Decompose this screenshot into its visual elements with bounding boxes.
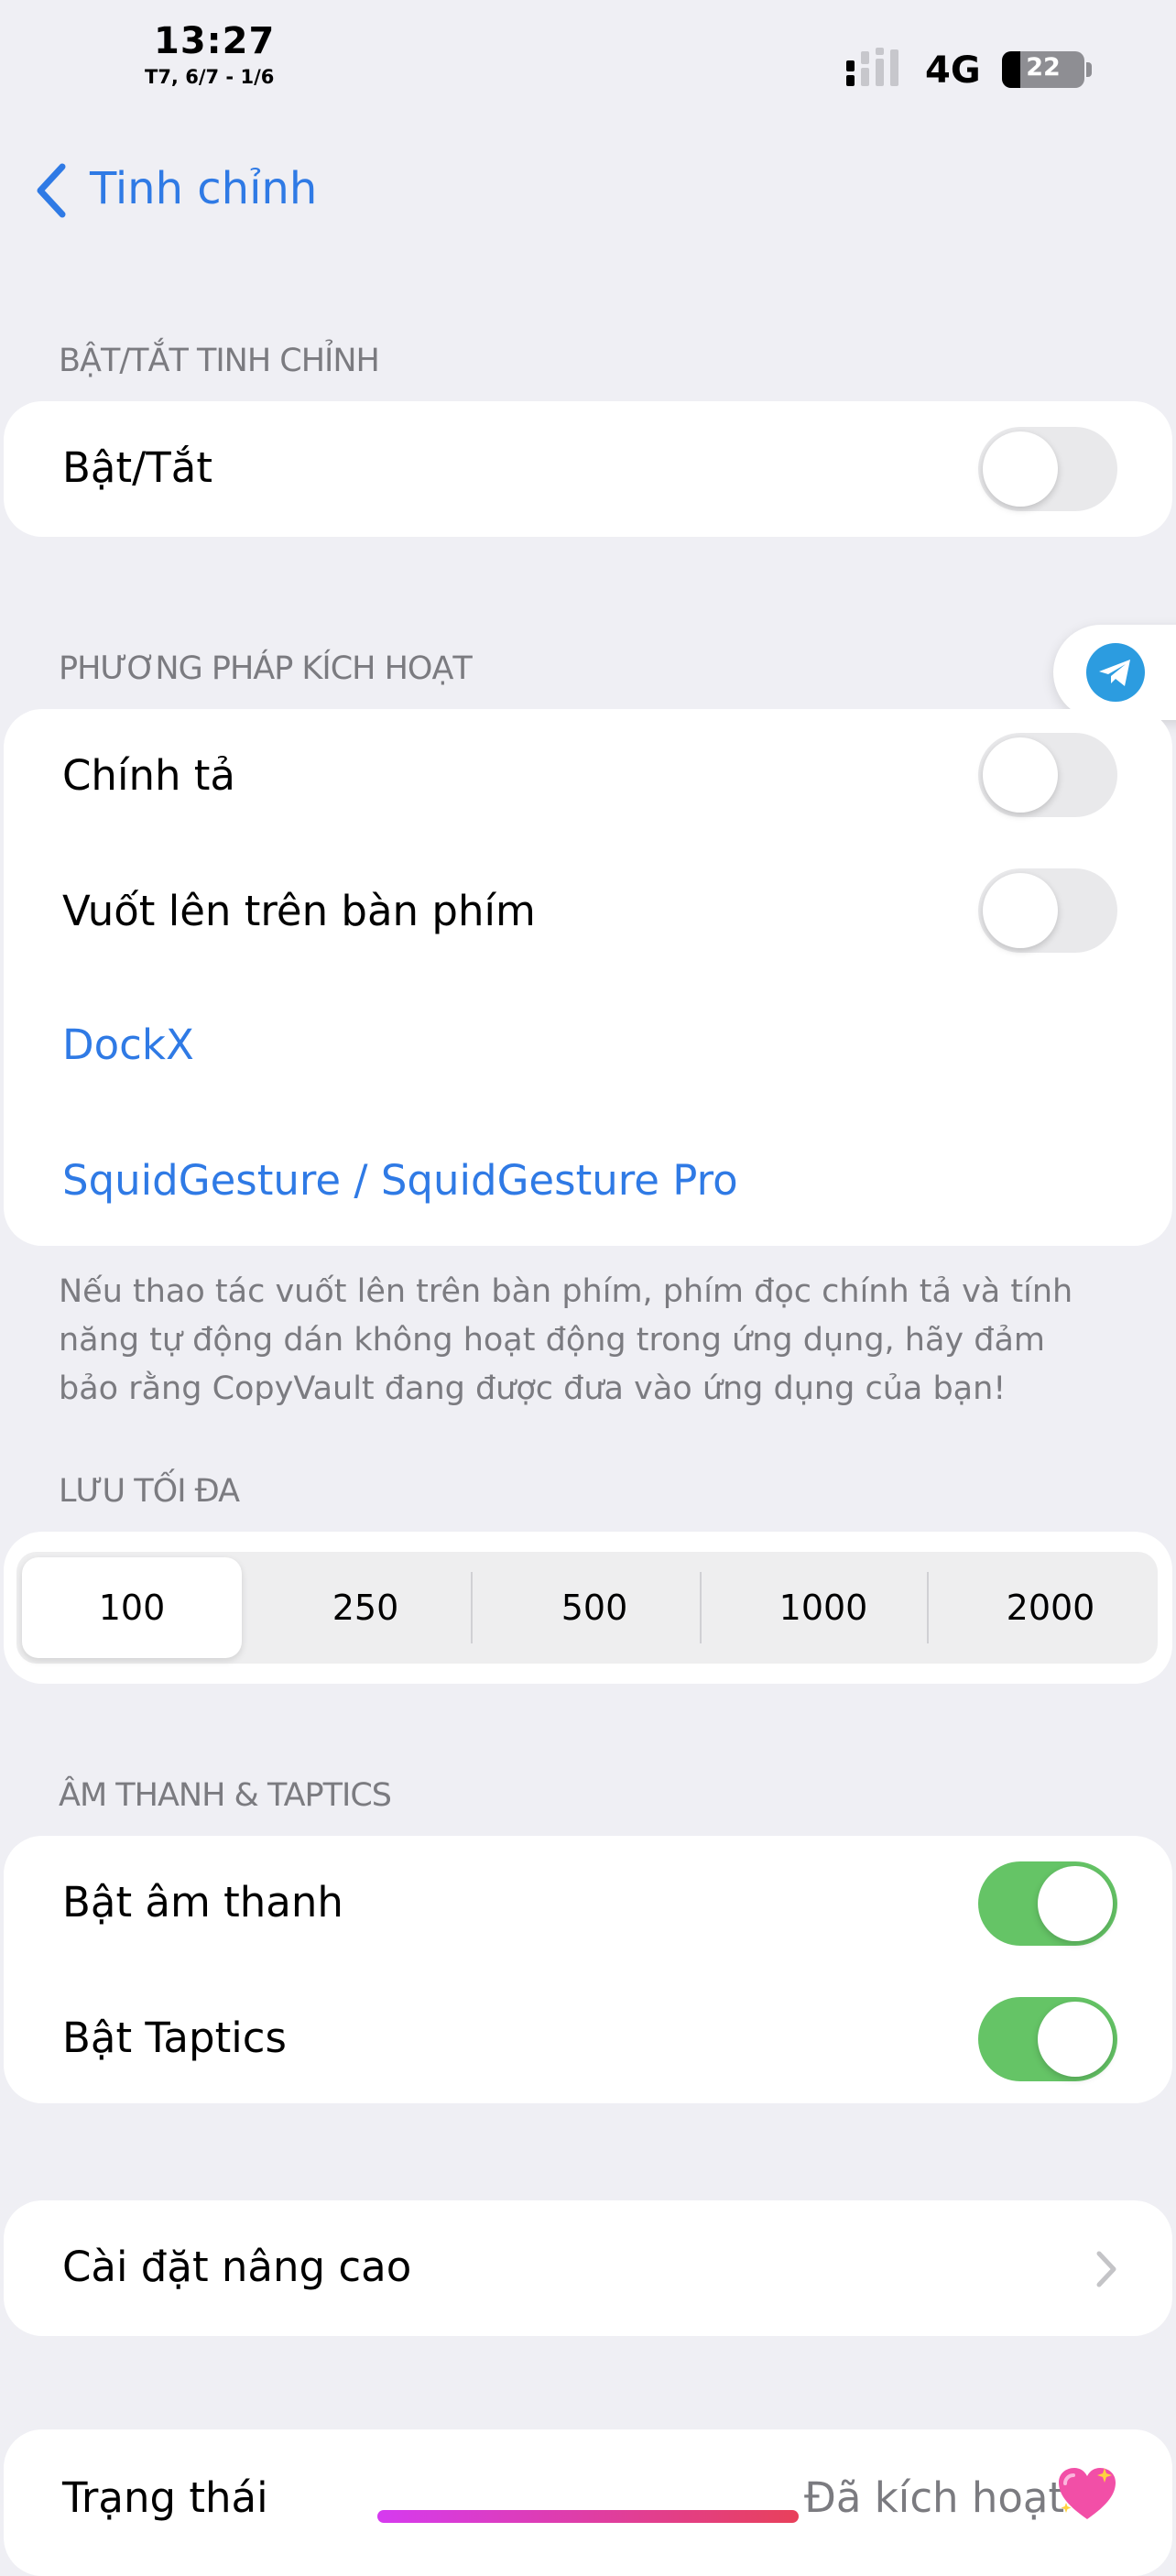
battery-level: 22 (1026, 53, 1061, 82)
chevron-right-icon (1096, 2251, 1116, 2287)
back-button[interactable]: Tinh chỉnh (90, 163, 317, 214)
section-header-toggle: BẬT/TẮT TINH CHỈNH (59, 343, 380, 379)
signal-strength-icon (846, 48, 898, 86)
squidgesture-link[interactable]: SquidGesture / SquidGesture Pro (62, 1156, 738, 1205)
swipe-up-keyboard-toggle[interactable] (978, 868, 1117, 953)
advanced-settings-label: Cài đặt nâng cao (62, 2243, 412, 2291)
section-header-sound: ÂM THANH & TAPTICS (59, 1777, 392, 1814)
toggle-knob (983, 737, 1058, 813)
sound-card: Bật âm thanh Bật Taptics (4, 1836, 1172, 2103)
battery-icon: 22 (1002, 51, 1084, 88)
toggle-card: Bật/Tắt (4, 401, 1172, 537)
status-time: 13:27 (154, 20, 276, 62)
max-save-segmented-control: 100 250 500 1000 2000 (16, 1552, 1158, 1664)
segment-divider (927, 1572, 929, 1643)
segment-1000[interactable]: 1000 (716, 1552, 931, 1664)
network-type: 4G (925, 49, 981, 92)
activation-footnote: Nếu thao tác vuốt lên trên bàn phím, phí… (59, 1273, 1073, 1407)
status-value: Đã kích hoạt (804, 2473, 1065, 2522)
segment-divider (471, 1572, 473, 1643)
activation-card: Chính tả Vuốt lên trên bàn phím DockX Sq… (4, 709, 1172, 1246)
segment-divider (700, 1572, 702, 1643)
telegram-icon (1086, 643, 1145, 702)
toggle-knob (1038, 1866, 1113, 1941)
dictation-label: Chính tả (62, 751, 236, 800)
telegram-floating-button[interactable] (1053, 625, 1176, 720)
taptics-toggle[interactable] (978, 1997, 1117, 2081)
section-header-max-save: LƯU TỐI ĐA (59, 1473, 240, 1510)
enable-tweak-toggle[interactable] (978, 427, 1117, 511)
dockx-link[interactable]: DockX (62, 1021, 194, 1069)
taptics-label: Bật Taptics (62, 2014, 287, 2062)
sound-label: Bật âm thanh (62, 1878, 343, 1927)
swipe-up-keyboard-label: Vuốt lên trên bàn phím (62, 887, 536, 935)
toggle-knob (1038, 2002, 1113, 2077)
segment-250[interactable]: 250 (258, 1552, 473, 1664)
enable-tweak-label: Bật/Tắt (62, 443, 212, 492)
sound-toggle[interactable] (978, 1861, 1117, 1946)
back-chevron-icon[interactable] (33, 161, 70, 220)
toggle-knob (983, 431, 1058, 507)
battery-cap (1086, 62, 1092, 77)
advanced-settings-row[interactable]: Cài đặt nâng cao (4, 2200, 1172, 2336)
section-header-activation: PHƯƠNG PHÁP KÍCH HOẠT (59, 650, 473, 687)
dictation-toggle[interactable] (978, 733, 1117, 817)
status-gradient-bar (377, 2510, 799, 2523)
sparkling-heart-icon (1059, 2468, 1116, 2519)
status-label: Trạng thái (62, 2473, 268, 2522)
segment-500[interactable]: 500 (487, 1552, 702, 1664)
toggle-knob (983, 873, 1058, 948)
segment-100[interactable]: 100 (22, 1557, 242, 1658)
segment-2000[interactable]: 2000 (943, 1552, 1158, 1664)
status-date: T7, 6/7 - 1/6 (145, 66, 275, 88)
